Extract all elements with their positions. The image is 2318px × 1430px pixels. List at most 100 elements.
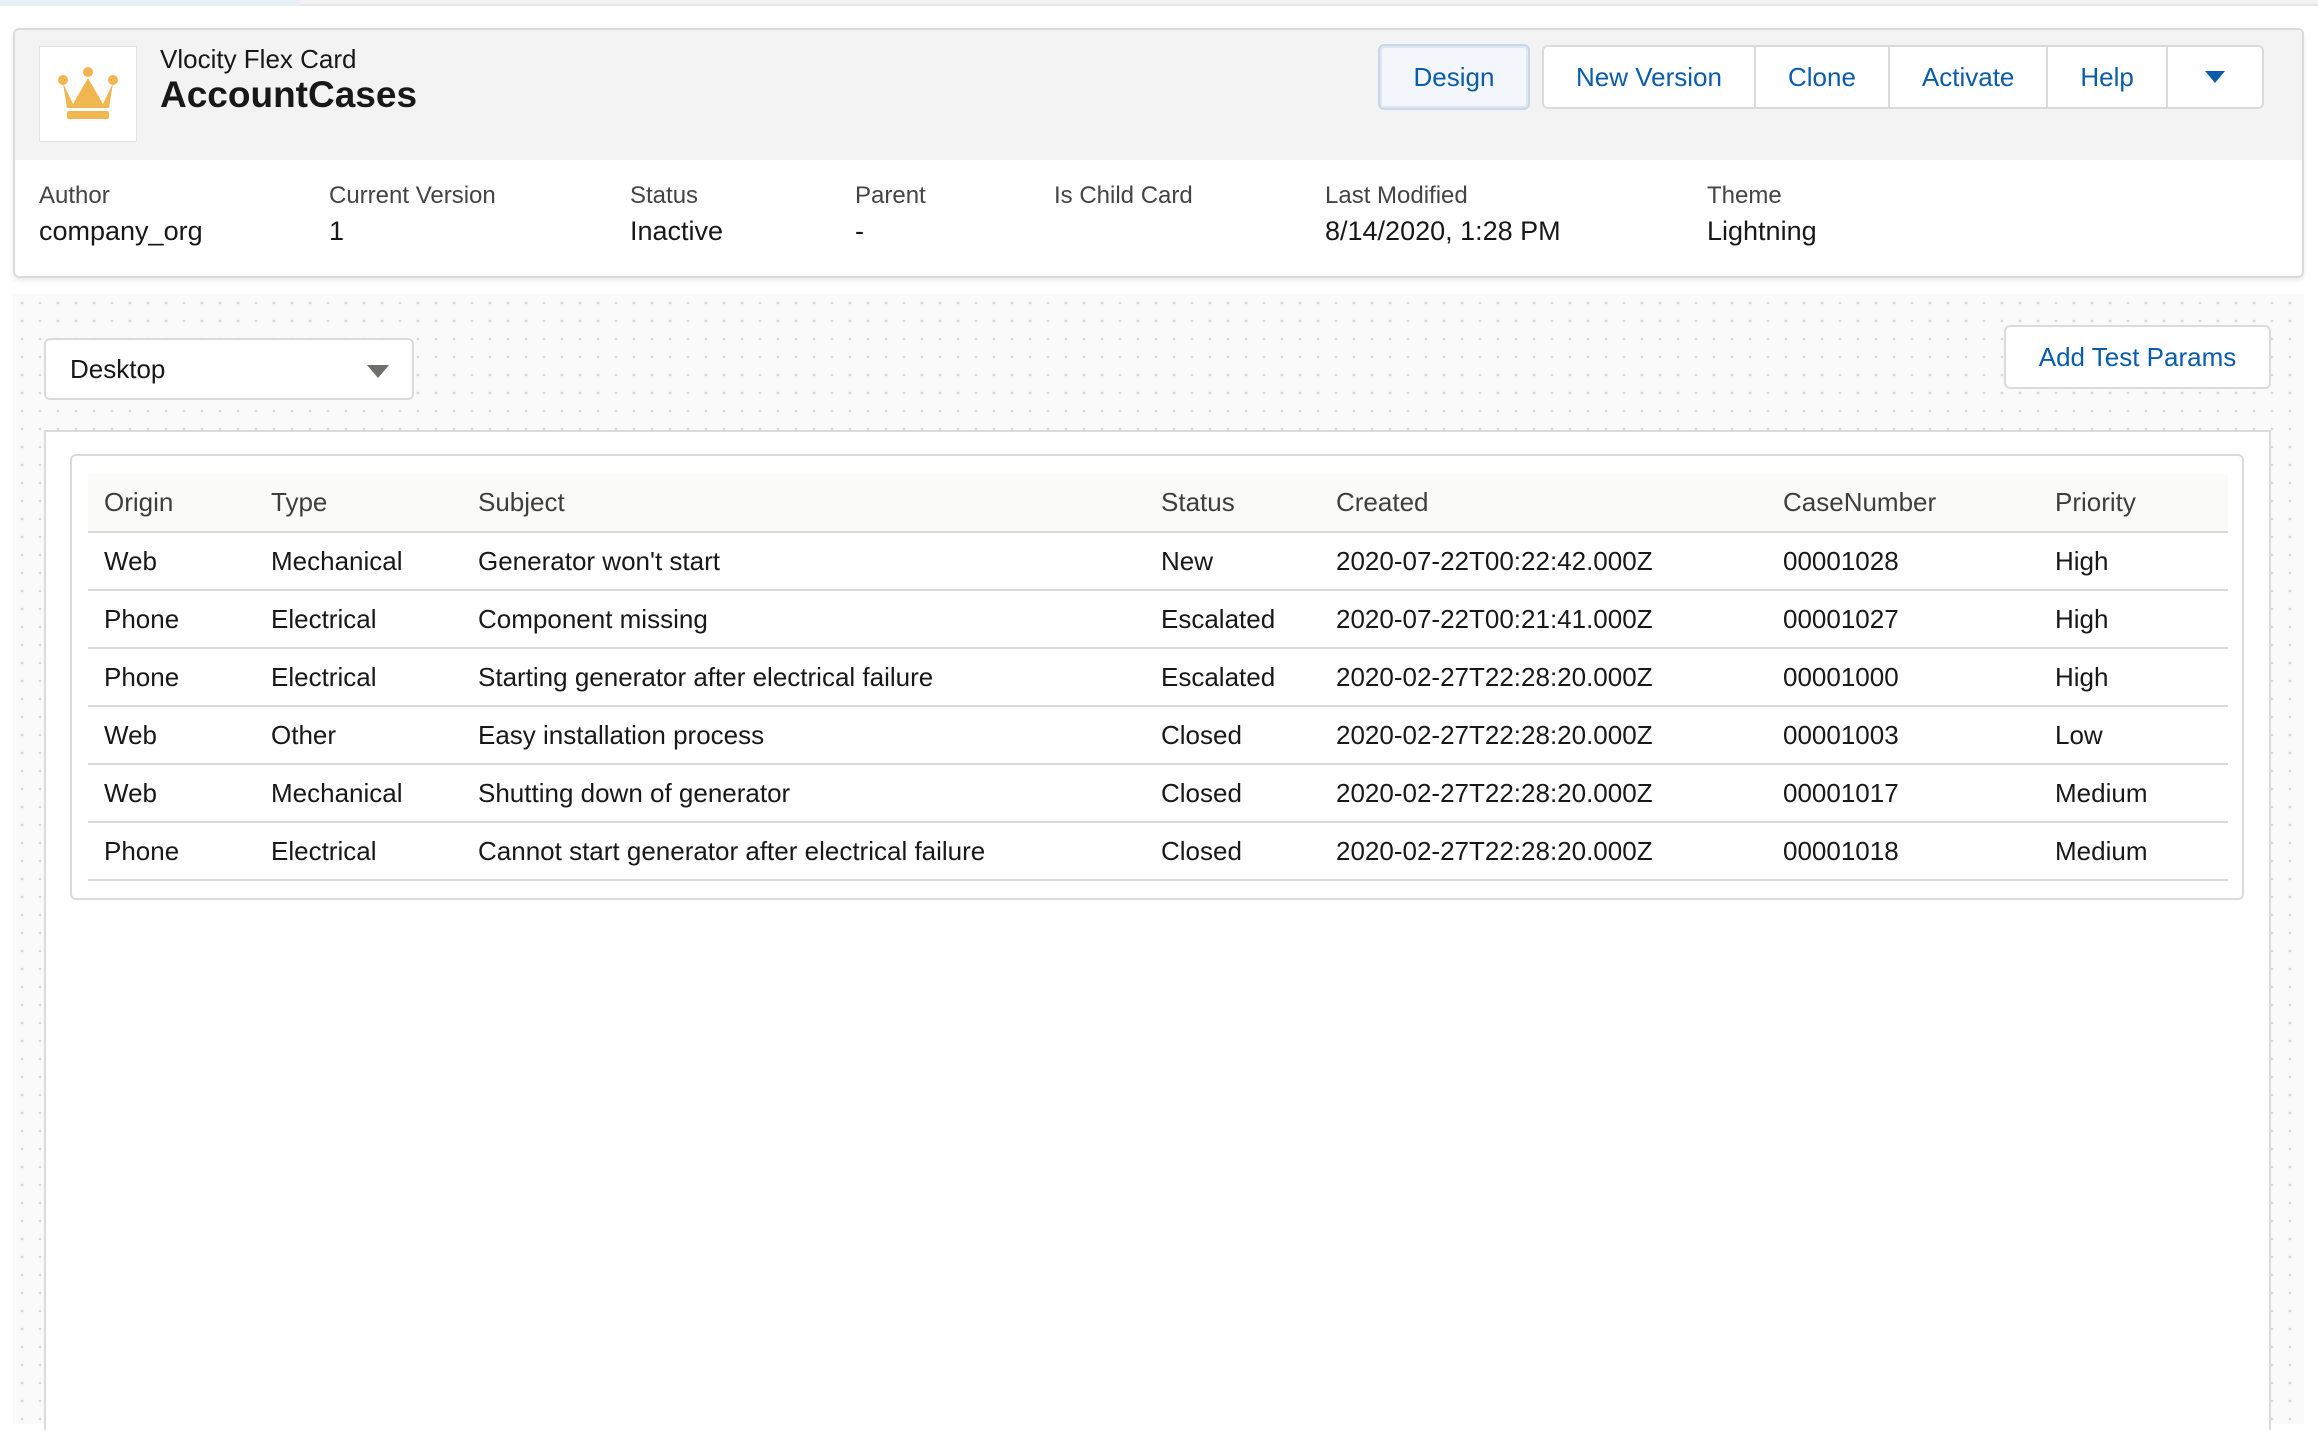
cell-created: 2020-07-22T00:22:42.000Z [1320,532,1767,591]
browser-top-strip [0,0,2318,6]
chevron-down-icon [367,365,389,378]
cell-casenumber: 00001027 [1767,590,2039,649]
meta-status: Status Inactive [630,182,723,247]
cell-origin: Phone [88,590,255,649]
cell-status: Closed [1145,764,1320,823]
cell-priority: High [2039,532,2228,591]
clone-button[interactable]: Clone [1755,47,1890,107]
page-title: AccountCases [160,74,418,115]
cell-casenumber: 00001000 [1767,648,2039,707]
add-test-params-button[interactable]: Add Test Params [2004,325,2271,389]
meta-current-version: Current Version 1 [329,182,496,247]
column-header-origin[interactable]: Origin [88,474,255,533]
header-title-bar: Vlocity Flex Card AccountCases Design Ne… [15,30,2302,160]
table-row[interactable]: Phone Electrical Component missing Escal… [88,590,2228,649]
cell-origin: Phone [88,822,255,881]
cell-origin: Web [88,532,255,591]
table-row[interactable]: Web Mechanical Shutting down of generato… [88,764,2228,823]
design-canvas: Desktop Add Test Params Origin Type Subj… [13,294,2304,1430]
cell-created: 2020-02-27T22:28:20.000Z [1320,706,1767,765]
table-row[interactable]: Phone Electrical Starting generator afte… [88,648,2228,707]
card-type-label: Vlocity Flex Card [160,44,357,74]
column-header-status[interactable]: Status [1145,474,1320,533]
cell-created: 2020-02-27T22:28:20.000Z [1320,764,1767,823]
card-header-panel: Vlocity Flex Card AccountCases Design Ne… [13,28,2304,278]
cell-subject: Starting generator after electrical fail… [462,648,1145,707]
meta-parent: Parent - [855,182,926,247]
table-row[interactable]: Phone Electrical Cannot start generator … [88,822,2228,881]
cell-type: Mechanical [255,532,462,591]
meta-is-child-card: Is Child Card [1054,182,1193,216]
meta-status-value: Inactive [630,216,724,246]
table-row[interactable]: Web Mechanical Generator won't start New… [88,532,2228,591]
cell-subject: Cannot start generator after electrical … [462,822,1145,881]
meta-last-modified-label: Last Modified [1325,182,1468,209]
activate-button[interactable]: Activate [1889,47,2049,107]
cell-subject: Shutting down of generator [462,764,1145,823]
cell-type: Electrical [255,590,462,649]
action-button-group: New Version Clone Activate Help [1542,45,2264,109]
cell-type: Electrical [255,822,462,881]
cell-priority: High [2039,590,2228,649]
meta-author: Author company_org [39,182,203,247]
meta-author-value: company_org [39,216,203,246]
cell-priority: High [2039,648,2228,707]
cell-type: Mechanical [255,764,462,823]
meta-is-child-card-label: Is Child Card [1054,182,1193,209]
meta-theme: Theme Lightning [1707,182,1817,247]
cell-created: 2020-02-27T22:28:20.000Z [1320,648,1767,707]
card-logo [39,46,137,142]
cell-casenumber: 00001017 [1767,764,2039,823]
chevron-down-icon [2204,71,2225,83]
cases-table: Origin Type Subject Status Created CaseN… [88,474,2228,881]
cell-origin: Web [88,764,255,823]
column-header-type[interactable]: Type [255,474,462,533]
crown-icon [58,67,118,119]
cell-casenumber: 00001003 [1767,706,2039,765]
cell-type: Other [255,706,462,765]
meta-current-version-label: Current Version [329,182,496,209]
cases-table-card: Origin Type Subject Status Created CaseN… [70,454,2244,900]
cell-priority: Medium [2039,822,2228,881]
meta-last-modified: Last Modified 8/14/2020, 1:28 PM [1325,182,1561,247]
meta-theme-value: Lightning [1707,216,1817,246]
meta-current-version-value: 1 [329,216,345,246]
cell-status: Closed [1145,822,1320,881]
cell-priority: Medium [2039,764,2228,823]
cell-subject: Component missing [462,590,1145,649]
cell-status: Escalated [1145,648,1320,707]
new-version-button[interactable]: New Version [1544,47,1756,107]
meta-author-label: Author [39,182,110,209]
cell-subject: Easy installation process [462,706,1145,765]
meta-theme-label: Theme [1707,182,1782,209]
device-select-value: Desktop [70,353,166,384]
cell-status: New [1145,532,1320,591]
table-header-row: Origin Type Subject Status Created CaseN… [88,474,2228,533]
meta-parent-label: Parent [855,182,926,209]
cell-status: Escalated [1145,590,1320,649]
card-preview-frame: Origin Type Subject Status Created CaseN… [44,430,2271,1430]
more-actions-button[interactable] [2167,47,2262,107]
design-button[interactable]: Design [1378,44,1530,110]
column-header-casenumber[interactable]: CaseNumber [1767,474,2039,533]
cell-created: 2020-07-22T00:21:41.000Z [1320,590,1767,649]
device-select[interactable]: Desktop [44,338,414,400]
cell-type: Electrical [255,648,462,707]
column-header-subject[interactable]: Subject [462,474,1145,533]
meta-status-label: Status [630,182,699,209]
column-header-created[interactable]: Created [1320,474,1767,533]
table-row[interactable]: Web Other Easy installation process Clos… [88,706,2228,765]
cell-priority: Low [2039,706,2228,765]
help-button[interactable]: Help [2048,47,2168,107]
meta-parent-value: - [855,216,864,246]
cell-origin: Web [88,706,255,765]
meta-last-modified-value: 8/14/2020, 1:28 PM [1325,216,1561,246]
cell-casenumber: 00001028 [1767,532,2039,591]
cell-subject: Generator won't start [462,532,1145,591]
column-header-priority[interactable]: Priority [2039,474,2228,533]
cell-created: 2020-02-27T22:28:20.000Z [1320,822,1767,881]
cell-origin: Phone [88,648,255,707]
card-details-row: Author company_org Current Version 1 Sta… [15,182,2302,272]
active-tab-indicator [0,0,300,6]
cell-casenumber: 00001018 [1767,822,2039,881]
